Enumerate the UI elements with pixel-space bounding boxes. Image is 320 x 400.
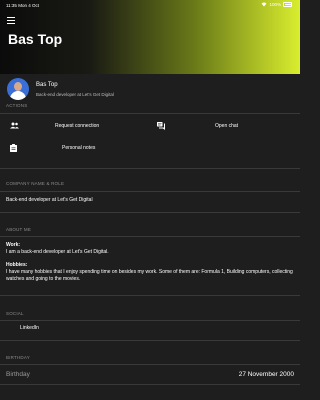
divider (0, 340, 300, 341)
divider (0, 191, 300, 192)
profile-header: 11:35 Mon 4 Oct 100% Bas Top (0, 0, 300, 74)
people-icon (10, 122, 19, 130)
section-label-social: SOCIAL (6, 311, 24, 316)
divider (0, 236, 300, 237)
personal-notes-label: Personal notes (62, 144, 96, 151)
menu-icon[interactable] (7, 17, 15, 24)
linkedin-link[interactable]: LinkedIn (20, 325, 39, 331)
status-indicators: 100% (261, 2, 292, 7)
status-time: 11:35 Mon 4 Oct (6, 3, 39, 8)
divider (0, 384, 300, 385)
chat-icon (157, 122, 165, 130)
divider (0, 364, 300, 365)
birthday-value: 27 November 2000 (238, 371, 294, 378)
divider (0, 320, 300, 321)
divider (0, 295, 300, 296)
section-label-about: ABOUT ME (6, 227, 32, 232)
personal-notes-button[interactable]: Personal notes (10, 144, 150, 154)
request-connection-label: Request connection (55, 122, 100, 129)
divider (0, 113, 300, 114)
page-title: Bas Top (8, 31, 63, 47)
avatar (7, 78, 29, 100)
wifi-icon (261, 2, 267, 7)
work-heading: Work: (6, 242, 21, 248)
status-clock: 11:35 (6, 3, 17, 8)
hobbies-text: I have many hobbies that I enjoy spendin… (6, 269, 293, 282)
open-chat-button[interactable]: Open chat (157, 122, 297, 132)
section-label-birthday: BIRTHDAY (6, 355, 30, 360)
battery-icon (283, 2, 292, 7)
company-role-value: Back-end developer at Let's Get Digital (6, 197, 93, 203)
status-date: Mon 4 Oct (18, 3, 39, 8)
profile-subtitle: Back-end developer at Let's Get Digital (36, 92, 114, 97)
battery-percentage: 100% (269, 2, 281, 7)
profile-card: Bas Top Back-end developer at Let's Get … (0, 74, 300, 104)
work-text: I am a back-end developer at Let's Get D… (6, 249, 109, 255)
divider (0, 168, 300, 169)
about-me-text: Work: I am a back-end developer at Let's… (6, 242, 294, 283)
section-label-company: COMPANY NAME & ROLE (6, 181, 65, 186)
clipboard-icon (10, 144, 18, 152)
section-label-actions: ACTIONS (6, 103, 28, 108)
divider (0, 212, 300, 213)
birthday-label: Birthday (6, 371, 30, 378)
profile-name: Bas Top (36, 82, 58, 88)
status-bar: 11:35 Mon 4 Oct 100% (0, 0, 300, 10)
hobbies-heading: Hobbies: (6, 262, 28, 268)
open-chat-label: Open chat (215, 122, 239, 129)
request-connection-button[interactable]: Request connection (10, 122, 150, 132)
